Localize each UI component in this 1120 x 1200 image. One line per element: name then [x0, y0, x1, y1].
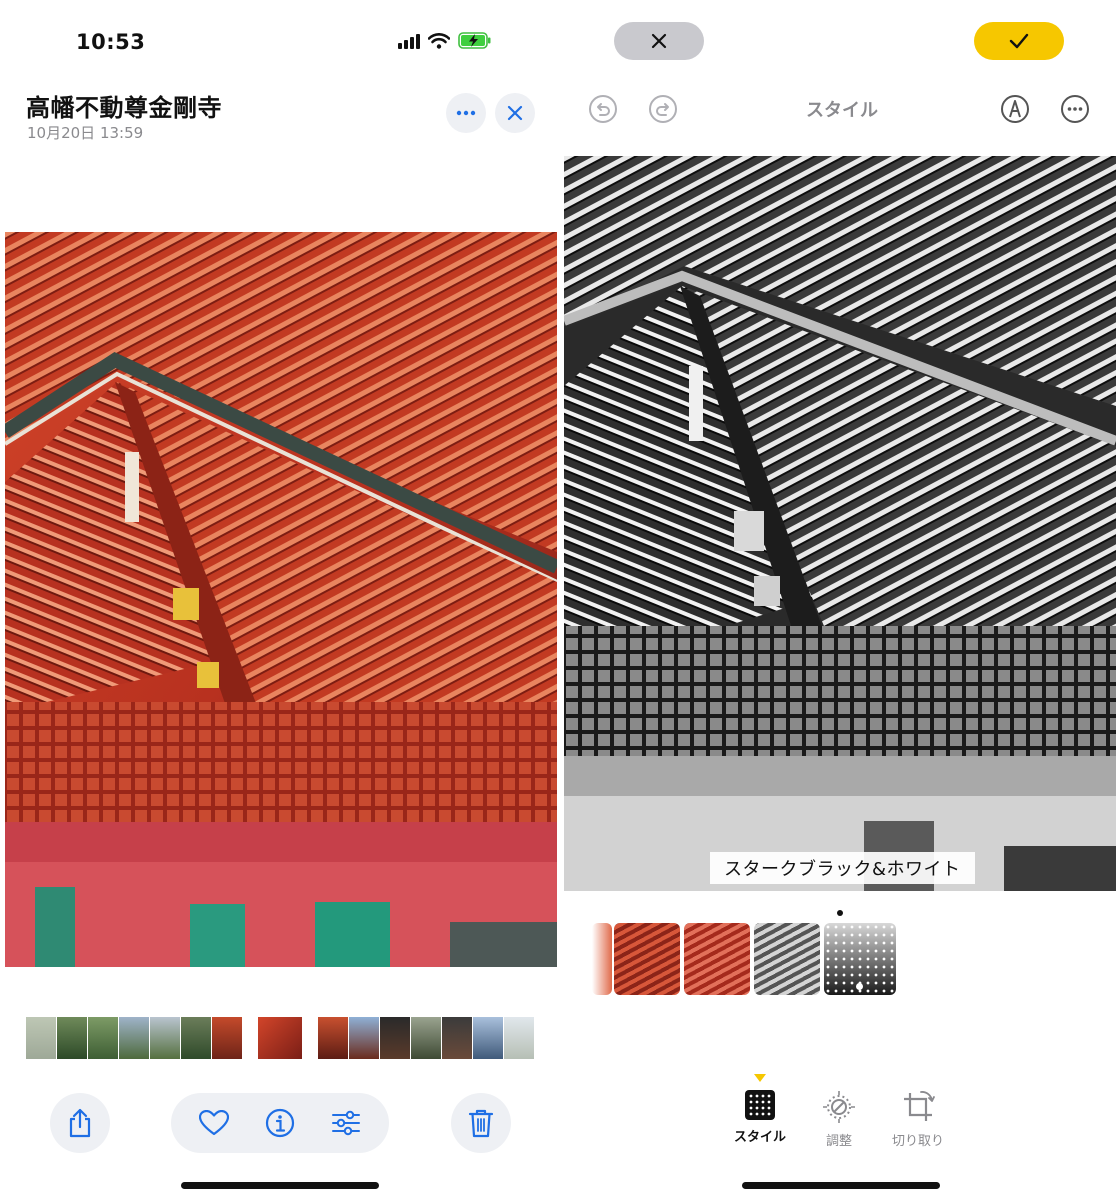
photo-edit-panel: スタイル スタークブラック&ホワイト スタイル 調整 切り取り: [562, 0, 1120, 1200]
thumbnail[interactable]: [349, 1017, 379, 1059]
crop-rotate-icon: [904, 1091, 935, 1121]
tab-style-label: スタイル: [733, 1130, 786, 1145]
undo-button[interactable]: [586, 92, 620, 126]
checkmark-icon: [1009, 33, 1029, 49]
home-indicator: [742, 1182, 940, 1189]
photo-actions-group: [171, 1093, 389, 1153]
thumbnail[interactable]: [411, 1017, 441, 1059]
style-thumbnail[interactable]: [684, 923, 750, 995]
thumbnail[interactable]: [318, 1017, 348, 1059]
style-position-indicator: [837, 910, 843, 916]
edited-photo[interactable]: [564, 156, 1116, 891]
main-photo[interactable]: [5, 232, 557, 967]
edit-mode-title: スタイル: [806, 100, 878, 121]
style-thumbnail[interactable]: [592, 923, 612, 995]
thumbnail-current[interactable]: [258, 1017, 302, 1059]
thumbnail[interactable]: [504, 1017, 534, 1059]
close-button[interactable]: [495, 93, 535, 133]
style-thumbnail-selected[interactable]: [824, 923, 896, 995]
selected-style-dot: [856, 983, 863, 990]
selected-tab-marker: [754, 1074, 766, 1082]
style-thumbnail[interactable]: [614, 923, 680, 995]
thumbnail[interactable]: [380, 1017, 410, 1059]
tab-crop[interactable]: 切り取り: [878, 1090, 958, 1149]
pagoda-photo-bw: [564, 156, 1116, 891]
undo-icon: [589, 95, 617, 123]
close-icon: [507, 105, 523, 121]
style-thumbnail-carousel[interactable]: [592, 923, 896, 995]
cellular-signal-icon: [398, 33, 420, 49]
style-grid-icon: [745, 1090, 775, 1120]
wifi-icon: [428, 32, 450, 49]
heart-icon: [199, 1110, 229, 1136]
done-button[interactable]: [974, 22, 1064, 60]
share-icon: [69, 1108, 91, 1138]
pagoda-photo: [5, 232, 557, 967]
edit-button[interactable]: [324, 1101, 368, 1145]
delete-button[interactable]: [451, 1093, 511, 1153]
adjust-dial-icon: [823, 1091, 855, 1123]
cancel-edit-button[interactable]: [614, 22, 704, 60]
thumbnail[interactable]: [26, 1017, 56, 1059]
sliders-icon: [332, 1110, 360, 1136]
markup-pen-icon: [1001, 95, 1029, 123]
thumbnail[interactable]: [57, 1017, 87, 1059]
trash-icon: [468, 1109, 494, 1138]
ellipsis-icon: [456, 110, 476, 116]
markup-button[interactable]: [998, 92, 1032, 126]
battery-charging-icon: [458, 32, 491, 49]
info-button[interactable]: [258, 1101, 302, 1145]
tab-style[interactable]: スタイル: [720, 1090, 800, 1145]
photo-thumbnail-strip[interactable]: [26, 1017, 536, 1059]
thumbnail[interactable]: [442, 1017, 472, 1059]
more-options-button[interactable]: [1058, 92, 1092, 126]
ellipsis-icon: [1061, 95, 1089, 123]
status-bar-icons: [398, 32, 492, 49]
info-icon: [265, 1108, 295, 1138]
tab-adjust-label: 調整: [825, 1134, 852, 1149]
share-button[interactable]: [50, 1093, 110, 1153]
thumbnail[interactable]: [473, 1017, 503, 1059]
style-name-label: スタークブラック&ホワイト: [710, 852, 975, 884]
photo-viewer-panel: 10:53 高幡不動尊金剛寺 10月20日 13:59: [0, 0, 560, 1200]
redo-button[interactable]: [646, 92, 680, 126]
favorite-button[interactable]: [192, 1101, 236, 1145]
close-icon: [651, 33, 667, 49]
thumbnail[interactable]: [150, 1017, 180, 1059]
thumbnail[interactable]: [119, 1017, 149, 1059]
photo-date: 10月20日 13:59: [27, 124, 144, 142]
status-bar-time: 10:53: [76, 30, 146, 54]
photo-title: 高幡不動尊金剛寺: [26, 94, 222, 122]
thumbnail[interactable]: [88, 1017, 118, 1059]
thumbnail[interactable]: [181, 1017, 211, 1059]
redo-icon: [649, 95, 677, 123]
style-thumbnail[interactable]: [754, 923, 820, 995]
tab-adjust[interactable]: 調整: [799, 1090, 879, 1149]
more-options-button[interactable]: [446, 93, 486, 133]
tab-crop-label: 切り取り: [891, 1134, 944, 1149]
home-indicator: [181, 1182, 379, 1189]
thumbnail[interactable]: [212, 1017, 242, 1059]
